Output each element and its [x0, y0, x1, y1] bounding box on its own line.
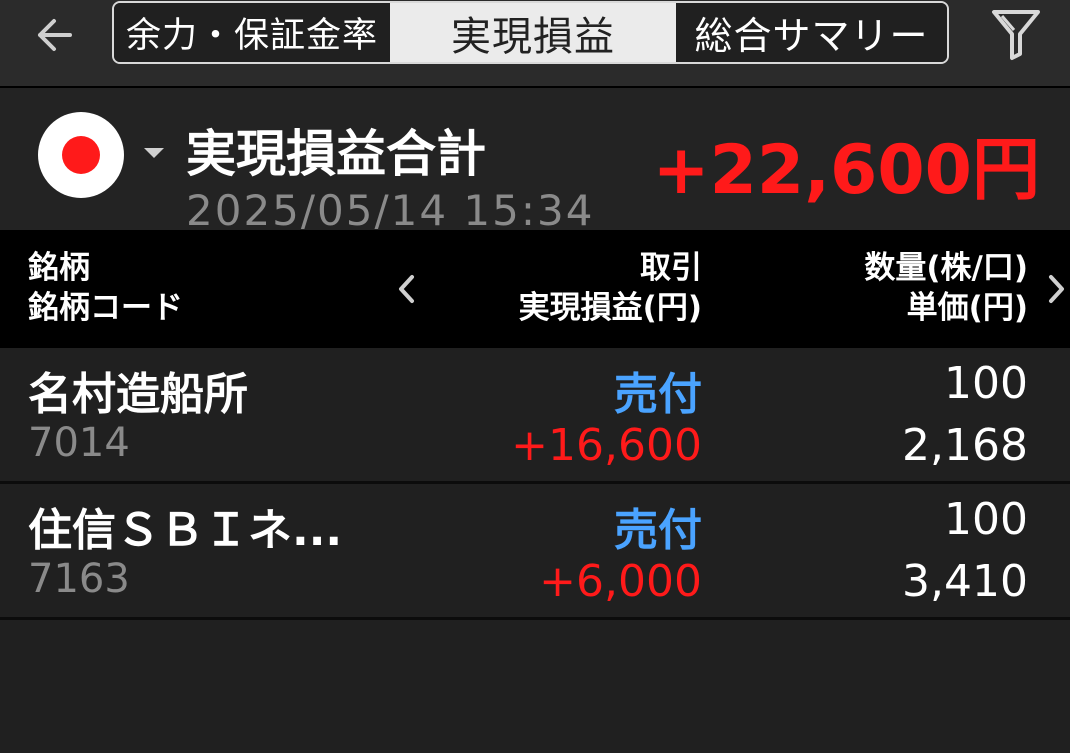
- header-trade: 取引 実現損益(円): [519, 248, 702, 328]
- header-pl-label: 実現損益(円): [518, 290, 702, 326]
- back-arrow-icon[interactable]: [30, 12, 82, 58]
- header-qty-label: 数量(株/口): [864, 250, 1028, 286]
- table-row[interactable]: 住信ＳＢＩネ... 7163 売付 +6,000 100 3,410: [0, 484, 1070, 620]
- realized-pl-screen: 余力・保証金率 実現損益 総合サマリー 実現損益合計 2025/05/14 15…: [0, 0, 1070, 753]
- trade-side: 売付: [614, 505, 702, 556]
- stock-name: 名村造船所: [28, 369, 248, 420]
- summary-total: +22,600円: [652, 131, 1040, 210]
- summary-label: 実現損益合計: [186, 125, 486, 183]
- stock-code: 7014: [28, 420, 130, 466]
- header-qty: 数量(株/口) 単価(円): [864, 248, 1028, 328]
- unit-price: 3,410: [902, 556, 1028, 607]
- pl-summary: 実現損益合計 2025/05/14 15:34 +22,600円: [0, 88, 1070, 230]
- realized-pl: +6,000: [539, 556, 702, 607]
- chevron-down-icon[interactable]: [144, 148, 164, 158]
- chevron-right-icon[interactable]: [1043, 272, 1069, 306]
- tab-total-summary[interactable]: 総合サマリー: [676, 3, 947, 62]
- table-row[interactable]: 名村造船所 7014 売付 +16,600 100 2,168: [0, 348, 1070, 484]
- quantity: 100: [944, 494, 1028, 545]
- summary-datetime: 2025/05/14 15:34: [186, 186, 595, 230]
- stock-name: 住信ＳＢＩネ...: [28, 505, 343, 556]
- filter-icon[interactable]: [988, 6, 1044, 62]
- tab-realized-pl[interactable]: 実現損益: [390, 3, 676, 62]
- header-code-label: 銘柄コード: [28, 290, 183, 326]
- unit-price: 2,168: [902, 420, 1028, 471]
- header-name: 銘柄 銘柄コード: [28, 248, 183, 328]
- table-header: 銘柄 銘柄コード 取引 実現損益(円) 数量(株/口) 単価(円): [0, 230, 1070, 348]
- top-bar: 余力・保証金率 実現損益 総合サマリー: [0, 0, 1070, 88]
- view-segment-control: 余力・保証金率 実現損益 総合サマリー: [112, 1, 949, 64]
- header-price-label: 単価(円): [906, 290, 1028, 326]
- header-trade-label: 取引: [640, 250, 702, 286]
- quantity: 100: [944, 358, 1028, 409]
- realized-pl: +16,600: [511, 420, 702, 471]
- japan-flag-icon[interactable]: [38, 112, 124, 198]
- chevron-left-icon[interactable]: [394, 272, 420, 306]
- header-name-label: 銘柄: [28, 250, 90, 286]
- flag-sun: [62, 136, 100, 174]
- stock-code: 7163: [28, 556, 130, 602]
- tab-margin-ratio[interactable]: 余力・保証金率: [114, 3, 390, 62]
- trade-side: 売付: [614, 369, 702, 420]
